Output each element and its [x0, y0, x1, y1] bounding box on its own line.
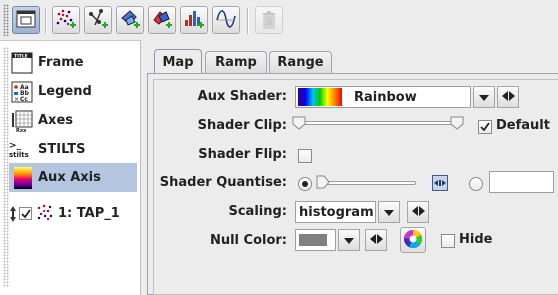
axes-icon: Rxx	[9, 108, 35, 134]
aux-shader-prev-next[interactable]	[497, 86, 519, 108]
color-chooser-button[interactable]	[400, 227, 426, 253]
delete-layer-button[interactable]	[255, 6, 283, 34]
shader-clip-low-thumb[interactable]	[292, 116, 306, 130]
add-histogram-layer-button[interactable]	[180, 6, 208, 34]
sidebar-item-legend[interactable]: Aa Bb × Cc Legend	[9, 77, 137, 106]
shader-flip-checkbox[interactable]	[298, 149, 312, 163]
null-color-dropdown-button[interactable]	[338, 229, 360, 251]
hide-checkbox[interactable]	[441, 234, 455, 248]
scaling-value: histogram	[299, 204, 374, 220]
tab-map[interactable]: Map	[154, 49, 202, 74]
tab-range[interactable]: Range	[269, 51, 332, 73]
layer-label: 1: TAP_1	[58, 206, 120, 221]
default-label: Default	[496, 118, 550, 133]
sidebar-item-stilts[interactable]: >_ stilts STILTS	[9, 135, 137, 164]
sidebar-item-label: Axes	[38, 113, 74, 128]
trash-icon	[261, 9, 277, 32]
scaling-select[interactable]: histogram	[295, 201, 376, 223]
sidebar-item-layer-tap-1[interactable]: 1: TAP_1	[9, 199, 137, 228]
area-plus-icon	[119, 8, 141, 33]
quantise-slider-thumb[interactable]	[316, 175, 330, 189]
hide-label: Hide	[459, 232, 493, 247]
quantise-value-field[interactable]	[489, 171, 554, 193]
null-color-select[interactable]	[295, 229, 336, 251]
scaling-label: Scaling:	[228, 204, 287, 219]
tab-label: Ramp	[215, 55, 257, 70]
arrow-right-icon[interactable]	[418, 205, 425, 219]
scaling-dropdown-button[interactable]	[378, 201, 400, 223]
svg-text:TITLE: TITLE	[14, 53, 28, 59]
shader-quantise-label: Shader Quantise:	[159, 175, 287, 190]
sidebar-item-aux-axis[interactable]: Aux Axis	[9, 163, 137, 192]
arrow-left-icon[interactable]	[501, 90, 508, 104]
sidebar-item-label: Frame	[38, 55, 84, 70]
chevron-down-icon	[384, 205, 394, 219]
scatter-plus-icon	[55, 8, 77, 33]
aux-shader-select[interactable]: Rainbow	[295, 86, 471, 108]
tab-label: Range	[277, 55, 324, 70]
aux-axis-icon	[9, 165, 35, 191]
sidebar-item-frame[interactable]: TITLE Frame	[9, 48, 137, 77]
shader-flip-label: Shader Flip:	[198, 147, 287, 162]
rainbow-swatch	[298, 88, 342, 106]
svg-text:Rxx: Rxx	[16, 128, 27, 133]
float-window-button[interactable]	[12, 6, 40, 34]
null-color-label: Null Color:	[209, 233, 287, 248]
legend-icon: Aa Bb × Cc	[9, 79, 35, 105]
chevron-down-icon	[479, 90, 489, 104]
color-wheel-icon	[403, 229, 423, 252]
svg-text:stilts: stilts	[9, 151, 29, 159]
layer-visible-checkbox[interactable]	[19, 207, 32, 220]
stilts-icon: >_ stilts	[9, 137, 35, 163]
null-color-swatch	[299, 234, 327, 246]
frame-icon: TITLE	[9, 50, 35, 76]
pair-plus-icon	[87, 8, 109, 33]
toolbar	[0, 0, 558, 40]
shader-clip-range-track[interactable]	[298, 121, 458, 125]
add-shape-layer-button[interactable]	[148, 6, 176, 34]
sidebar-item-axes[interactable]: Rxx Axes	[9, 106, 137, 135]
svg-text:Cc: Cc	[20, 96, 28, 103]
arrow-right-icon[interactable]	[376, 233, 383, 247]
quantise-slider-track[interactable]	[322, 181, 416, 185]
null-color-prev-next[interactable]	[365, 229, 387, 251]
toolbar-grip[interactable]	[3, 4, 9, 36]
default-checkbox[interactable]	[478, 120, 492, 134]
sidebar-item-label: STILTS	[38, 142, 86, 157]
svg-text:>_: >_	[9, 141, 22, 151]
resize-handle-button[interactable]	[432, 175, 448, 191]
add-function-layer-button[interactable]	[212, 6, 240, 34]
add-pair-layer-button[interactable]	[84, 6, 112, 34]
arrow-left-icon[interactable]	[369, 233, 376, 247]
shader-clip-label: Shader Clip:	[197, 118, 287, 133]
scaling-prev-next[interactable]	[407, 201, 429, 223]
svg-text:×: ×	[14, 96, 19, 103]
quantise-value-radio[interactable]	[469, 177, 483, 191]
float-window-icon	[16, 10, 36, 31]
shader-clip-high-thumb[interactable]	[450, 116, 464, 130]
function-curve-icon	[215, 8, 237, 33]
drag-handle-icon[interactable]	[9, 205, 17, 223]
arrow-left-icon[interactable]	[411, 205, 418, 219]
arrow-right-icon[interactable]	[508, 90, 515, 104]
chevron-down-icon	[344, 233, 354, 247]
sidebar-item-label: Legend	[38, 84, 92, 99]
sidebar-item-label: Aux Axis	[38, 170, 101, 185]
aux-shader-dropdown-button[interactable]	[473, 86, 495, 108]
shapes-plus-icon	[151, 8, 173, 33]
tab-ramp[interactable]: Ramp	[205, 51, 267, 73]
add-scatter-layer-button[interactable]	[52, 6, 80, 34]
resize-arrows-icon	[434, 176, 446, 190]
histogram-plus-icon	[183, 8, 205, 33]
scatter-layer-icon	[36, 203, 54, 224]
tab-label: Map	[162, 54, 194, 70]
add-area-layer-button[interactable]	[116, 6, 144, 34]
quantise-slider-radio[interactable]	[298, 177, 312, 191]
aux-shader-label: Aux Shader:	[197, 89, 287, 104]
aux-shader-value: Rainbow	[354, 89, 417, 105]
